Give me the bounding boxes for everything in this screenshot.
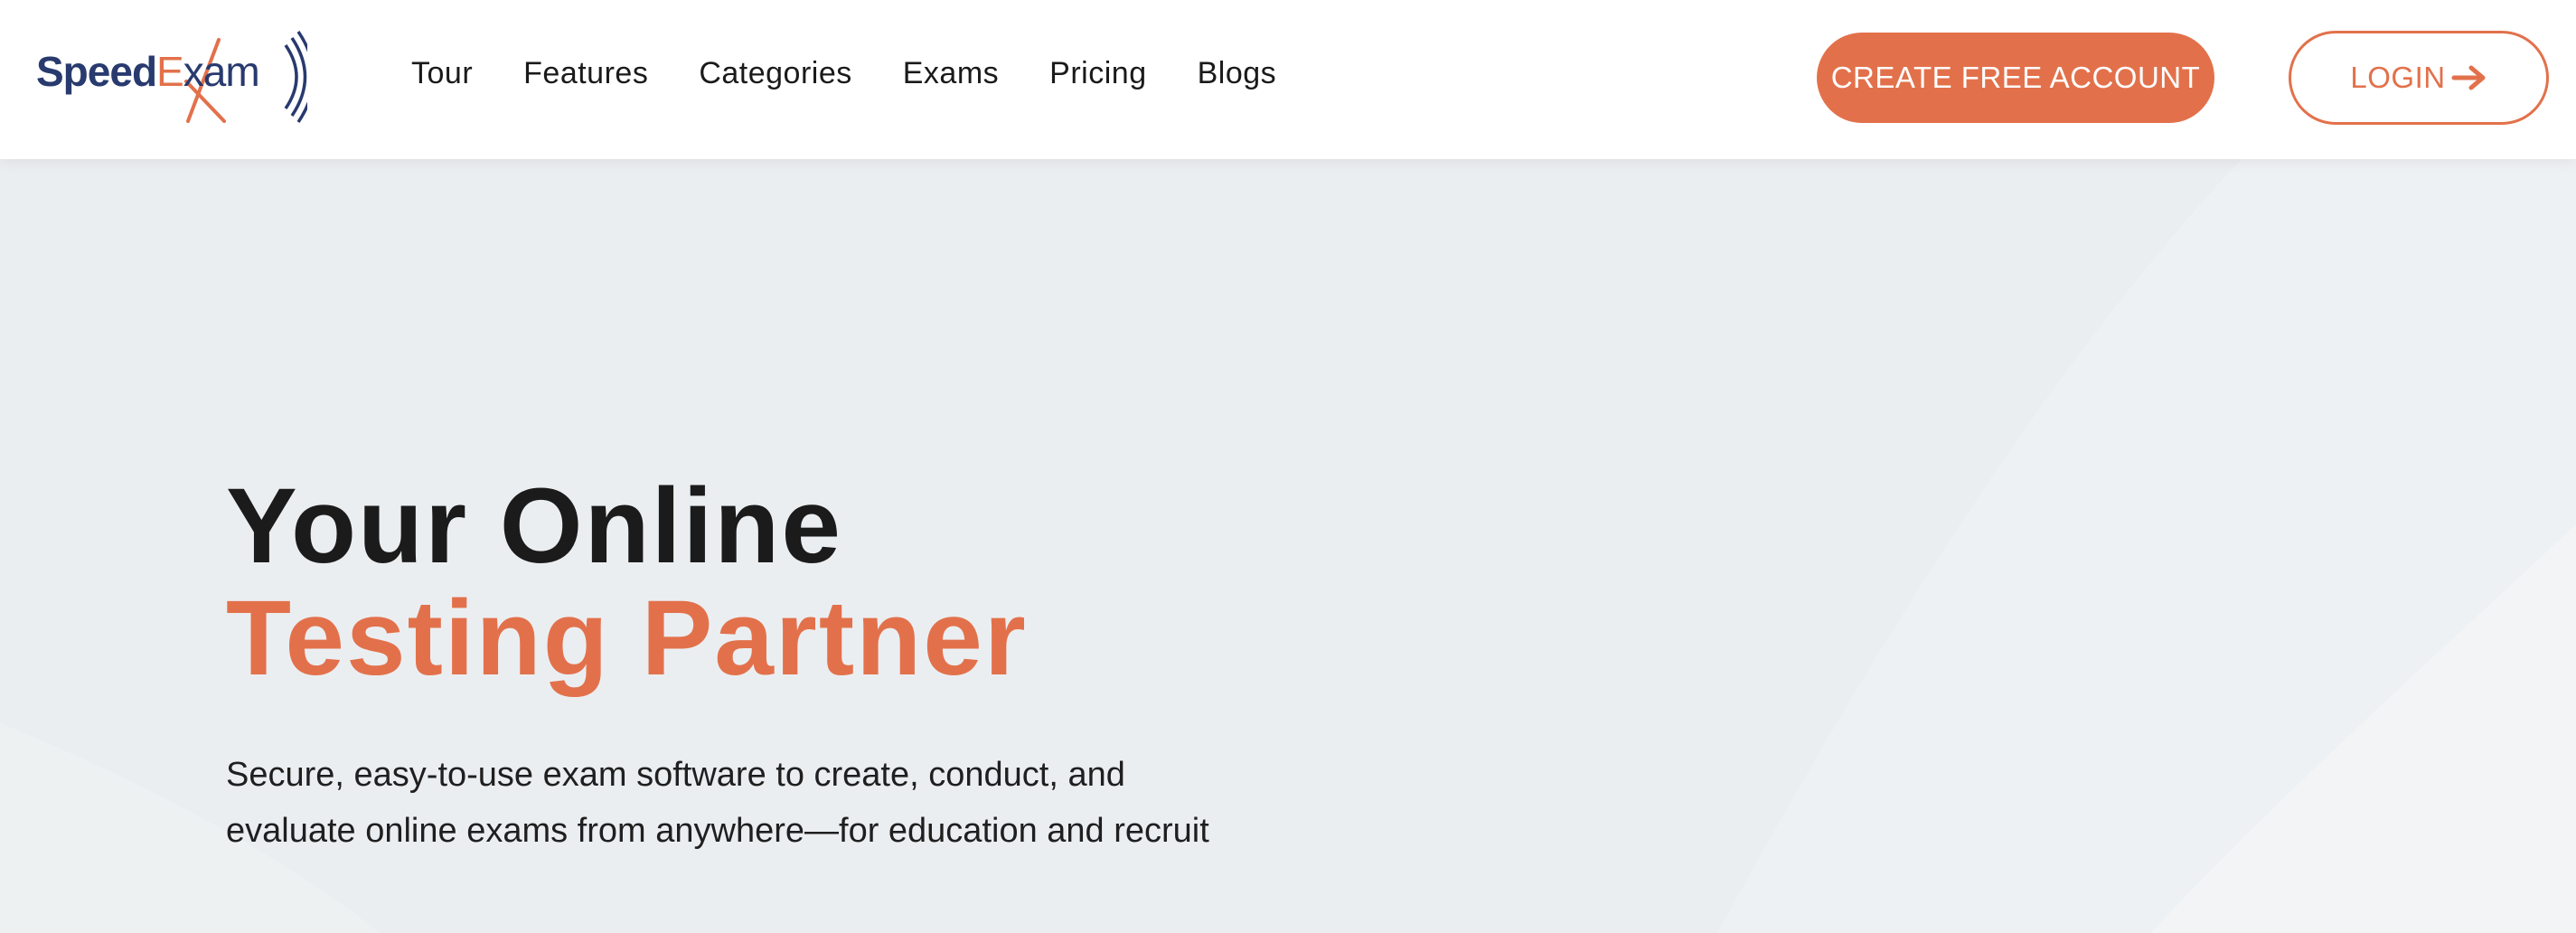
arrow-right-icon — [2451, 65, 2486, 90]
logo-speed-text: Speed — [36, 48, 157, 95]
main-nav: Tour Features Categories Exams Pricing B… — [411, 56, 1276, 91]
nav-item-features[interactable]: Features — [523, 56, 648, 91]
top-navbar: SpeedExam Tour Features Categories Exams… — [0, 0, 2576, 159]
logo-wordmark: SpeedExam — [36, 47, 260, 96]
nav-item-exams[interactable]: Exams — [903, 56, 999, 91]
hero-section: Your Online Testing Partner Secure, easy… — [226, 470, 1256, 893]
logo-exam-rest-text: xam — [183, 48, 260, 95]
nav-item-blogs[interactable]: Blogs — [1198, 56, 1277, 91]
speedexam-logo[interactable]: SpeedExam — [36, 27, 307, 127]
logo-exam-e-text: E — [156, 48, 184, 95]
login-label: LOGIN — [2350, 61, 2446, 94]
page: SpeedExam Tour Features Categories Exams… — [0, 0, 2576, 933]
hero-title-line1: Your Online — [226, 466, 842, 586]
create-free-account-button[interactable]: CREATE FREE ACCOUNT — [1817, 33, 2214, 123]
nav-item-categories[interactable]: Categories — [699, 56, 851, 91]
hero-description: Secure, easy-to-use exam software to cre… — [226, 756, 1209, 850]
nav-item-tour[interactable]: Tour — [411, 56, 473, 91]
login-button[interactable]: LOGIN — [2289, 31, 2549, 125]
nav-item-pricing[interactable]: Pricing — [1049, 56, 1146, 91]
hero-title-line2: Testing Partner — [226, 579, 1028, 698]
